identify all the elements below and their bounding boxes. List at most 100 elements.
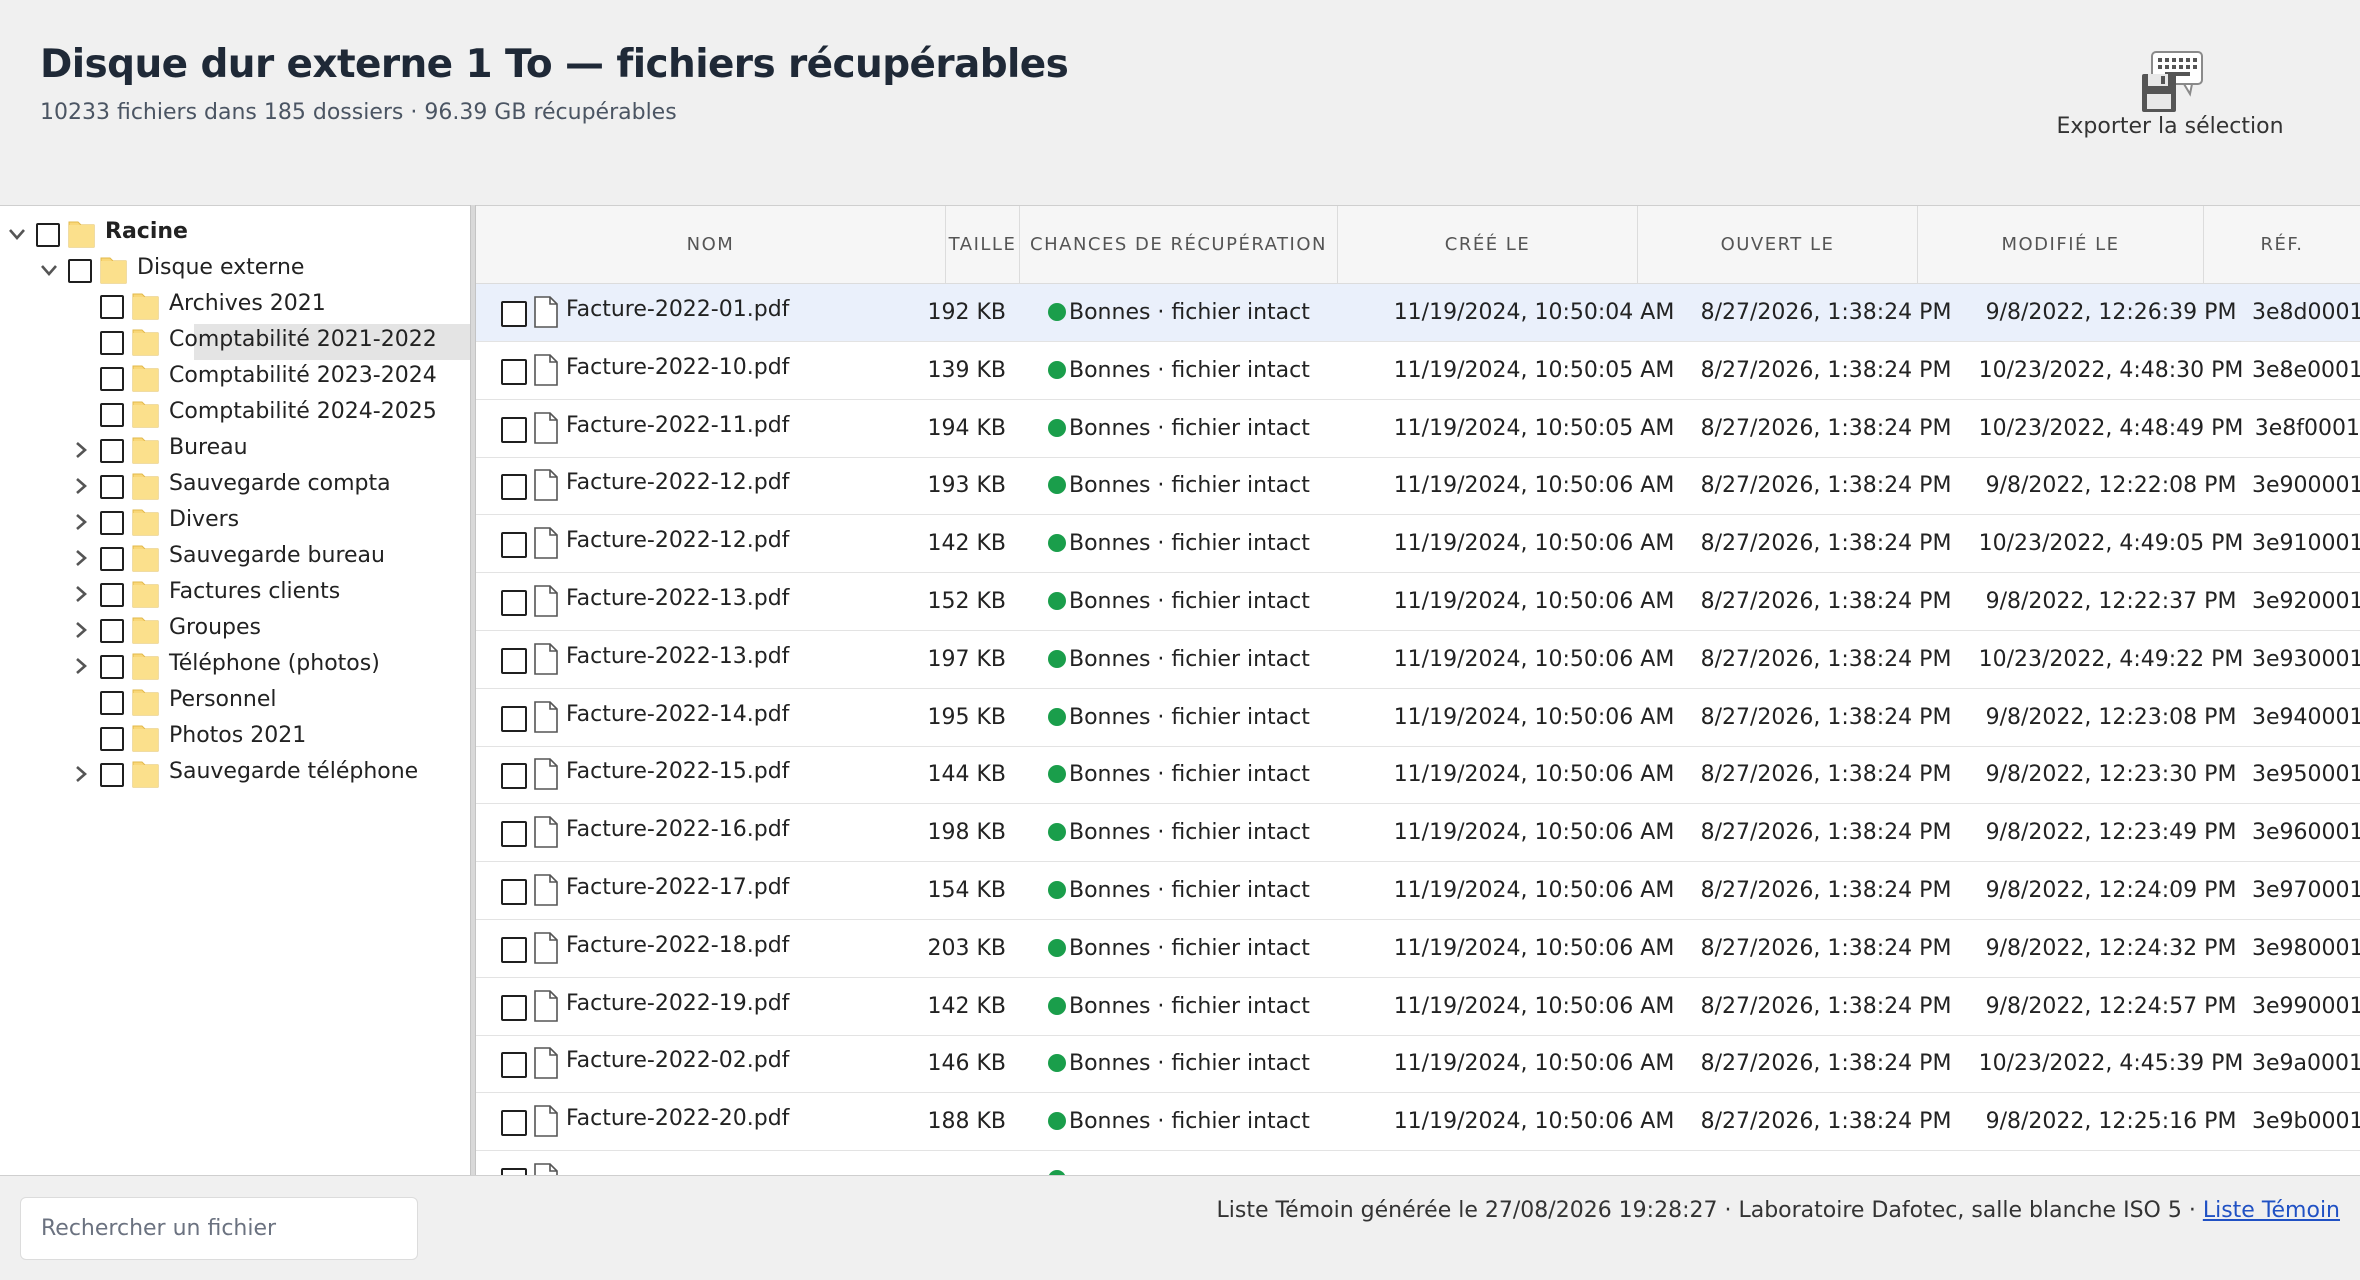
footer-note: Liste Témoin générée le 27/08/2026 19:28… bbox=[1216, 1198, 2340, 1223]
tree-item[interactable]: Comptabilité 2024-2025 bbox=[0, 396, 470, 432]
tree-item[interactable]: Bureau bbox=[0, 432, 470, 468]
table-row[interactable]: Facture-2022-02.pdf 146 KB Bonnes · fichie… bbox=[476, 1035, 2360, 1094]
tree-item[interactable]: Factures clients bbox=[0, 576, 470, 612]
folder-icon bbox=[132, 653, 159, 680]
row-checkbox[interactable] bbox=[501, 590, 527, 616]
chevron-down-icon[interactable] bbox=[6, 222, 28, 246]
table-row-partial[interactable] bbox=[476, 1151, 2360, 1175]
file-icon bbox=[534, 411, 558, 444]
recovery-chance-text: Bonnes · fichier intact bbox=[1069, 762, 1310, 788]
tree-checkbox[interactable] bbox=[100, 583, 124, 607]
row-checkbox[interactable] bbox=[501, 705, 527, 732]
tree-item[interactable]: Sauvegarde bureau bbox=[0, 540, 470, 576]
column-header-ref[interactable]: RÉF. bbox=[2204, 206, 2360, 284]
tree-item[interactable]: Personnel bbox=[0, 684, 470, 720]
tree-checkbox[interactable] bbox=[100, 763, 124, 787]
table-row[interactable]: Facture-2022-12.pdf 142 KB Bonnes · fichie… bbox=[476, 515, 2360, 574]
tree-checkbox[interactable] bbox=[100, 547, 124, 571]
tree-item[interactable]: Sauvegarde compta bbox=[0, 468, 470, 504]
tree-item[interactable]: Divers bbox=[0, 504, 470, 540]
column-header-chance[interactable]: CHANCES DE RÉCUPÉRATION bbox=[1020, 206, 1338, 284]
chevron-down-icon[interactable] bbox=[38, 258, 60, 282]
status-dot-icon bbox=[1048, 1054, 1066, 1073]
table-row[interactable]: Facture-2022-12.pdf 193 KB Bonnes · fichie… bbox=[476, 457, 2360, 516]
row-checkbox[interactable] bbox=[501, 1110, 527, 1137]
row-checkbox[interactable] bbox=[501, 358, 527, 385]
recovery-chance: Bonnes · fichier intact bbox=[1048, 1093, 1348, 1151]
file-icon bbox=[534, 931, 558, 964]
tree-item[interactable]: Téléphone (photos) bbox=[0, 648, 470, 684]
table-row[interactable]: Facture-2022-14.pdf 195 KB Bonnes · fichie… bbox=[476, 689, 2360, 747]
tree-checkbox[interactable] bbox=[100, 367, 124, 391]
table-row[interactable]: Facture-2022-18.pdf 203 KB Bonnes · fichie… bbox=[476, 920, 2360, 978]
tree-checkbox[interactable] bbox=[100, 475, 124, 499]
table-row[interactable]: Facture-2022-19.pdf 142 KB Bonnes · fichie… bbox=[476, 978, 2360, 1036]
table-row[interactable]: Facture-2022-10.pdf 139 KB Bonnes · fichie… bbox=[476, 342, 2360, 400]
table-row[interactable]: Facture-2022-13.pdf 152 KB Bonnes · fichie… bbox=[476, 573, 2360, 631]
table-row[interactable]: Facture-2022-11.pdf 194 KB Bonnes · fichie… bbox=[476, 400, 2360, 458]
chevron-right-icon[interactable] bbox=[70, 762, 92, 786]
chevron-right-icon[interactable] bbox=[70, 438, 92, 462]
row-checkbox[interactable] bbox=[501, 879, 527, 905]
chevron-right-icon[interactable] bbox=[70, 510, 92, 534]
file-name: Facture-2022-12.pdf bbox=[566, 470, 790, 496]
tree-checkbox[interactable] bbox=[100, 655, 124, 679]
tree-checkbox[interactable] bbox=[100, 727, 124, 751]
row-checkbox[interactable] bbox=[501, 936, 527, 963]
tree-item[interactable]: Groupes bbox=[0, 612, 470, 648]
file-ref: 3e8d0001 bbox=[2252, 300, 2360, 325]
folder-icon bbox=[132, 365, 159, 392]
opened-date: 8/27/2026, 1:38:24 PM bbox=[1700, 820, 1952, 846]
row-checkbox[interactable] bbox=[501, 474, 527, 501]
export-selection-button[interactable]: Exporter la sélection bbox=[2040, 40, 2300, 150]
row-checkbox[interactable] bbox=[501, 763, 527, 790]
chevron-right-icon[interactable] bbox=[70, 474, 92, 498]
table-row[interactable]: Facture-2022-20.pdf 188 KB Bonnes · fichie… bbox=[476, 1093, 2360, 1152]
tree-item[interactable]: Sauvegarde téléphone bbox=[0, 756, 470, 792]
footer-link[interactable]: Liste Témoin bbox=[2203, 1198, 2340, 1223]
file-icon bbox=[534, 700, 558, 733]
chevron-right-icon[interactable] bbox=[70, 582, 92, 606]
column-header-size[interactable]: TAILLE bbox=[946, 206, 1020, 284]
tree-item[interactable]: Comptabilité 2023-2024 bbox=[0, 360, 470, 396]
row-checkbox[interactable] bbox=[501, 1168, 527, 1175]
file-ref: 3e920001 bbox=[2252, 589, 2360, 614]
tree-checkbox[interactable] bbox=[100, 439, 124, 463]
row-checkbox[interactable] bbox=[501, 821, 527, 848]
chevron-right-icon[interactable] bbox=[70, 546, 92, 570]
tree-checkbox[interactable] bbox=[100, 511, 124, 535]
row-checkbox[interactable] bbox=[501, 994, 527, 1021]
search-input[interactable] bbox=[20, 1197, 418, 1260]
column-header-modified[interactable]: MODIFIÉ LE bbox=[1918, 206, 2204, 284]
row-checkbox[interactable] bbox=[501, 301, 527, 327]
column-header-name[interactable]: NOM bbox=[476, 206, 946, 284]
tree-item[interactable]: Photos 2021 bbox=[0, 720, 470, 756]
tree-checkbox[interactable] bbox=[100, 691, 124, 715]
row-checkbox[interactable] bbox=[501, 647, 527, 674]
tree-checkbox[interactable] bbox=[100, 403, 124, 427]
row-checkbox[interactable] bbox=[501, 532, 527, 559]
chevron-right-icon[interactable] bbox=[70, 618, 92, 642]
table-row[interactable]: Facture-2022-16.pdf 198 KB Bonnes · fichie… bbox=[476, 804, 2360, 863]
tree-checkbox[interactable] bbox=[68, 259, 92, 283]
modified-date: 10/23/2022, 4:49:05 PM bbox=[1978, 531, 2244, 557]
table-row[interactable]: Facture-2022-13.pdf 197 KB Bonnes · fichie… bbox=[476, 631, 2360, 689]
recovery-chance-text: Bonnes · fichier intact bbox=[1069, 415, 1310, 441]
tree-item[interactable]: Racine bbox=[0, 216, 470, 252]
created-date: 11/19/2024, 10:50:06 AM bbox=[1393, 878, 1675, 903]
column-header-opened[interactable]: OUVERT LE bbox=[1638, 206, 1918, 284]
tree-item[interactable]: Archives 2021 bbox=[0, 288, 470, 324]
tree-checkbox[interactable] bbox=[36, 223, 60, 247]
row-checkbox[interactable] bbox=[501, 416, 527, 443]
row-checkbox[interactable] bbox=[501, 1052, 527, 1079]
table-row[interactable]: Facture-2022-17.pdf 154 KB Bonnes · fichie… bbox=[476, 862, 2360, 920]
tree-checkbox[interactable] bbox=[100, 331, 124, 355]
chevron-right-icon[interactable] bbox=[70, 654, 92, 678]
tree-checkbox[interactable] bbox=[100, 619, 124, 643]
tree-item[interactable]: Comptabilité 2021-2022 bbox=[0, 324, 470, 360]
table-row[interactable]: Facture-2022-15.pdf 144 KB Bonnes · fichie… bbox=[476, 746, 2360, 805]
tree-checkbox[interactable] bbox=[100, 295, 124, 319]
column-header-created[interactable]: CRÉÉ LE bbox=[1338, 206, 1638, 284]
tree-item[interactable]: Disque externe bbox=[0, 252, 470, 288]
table-row[interactable]: Facture-2022-01.pdf 192 KB Bonnes · fichie… bbox=[476, 284, 2360, 342]
